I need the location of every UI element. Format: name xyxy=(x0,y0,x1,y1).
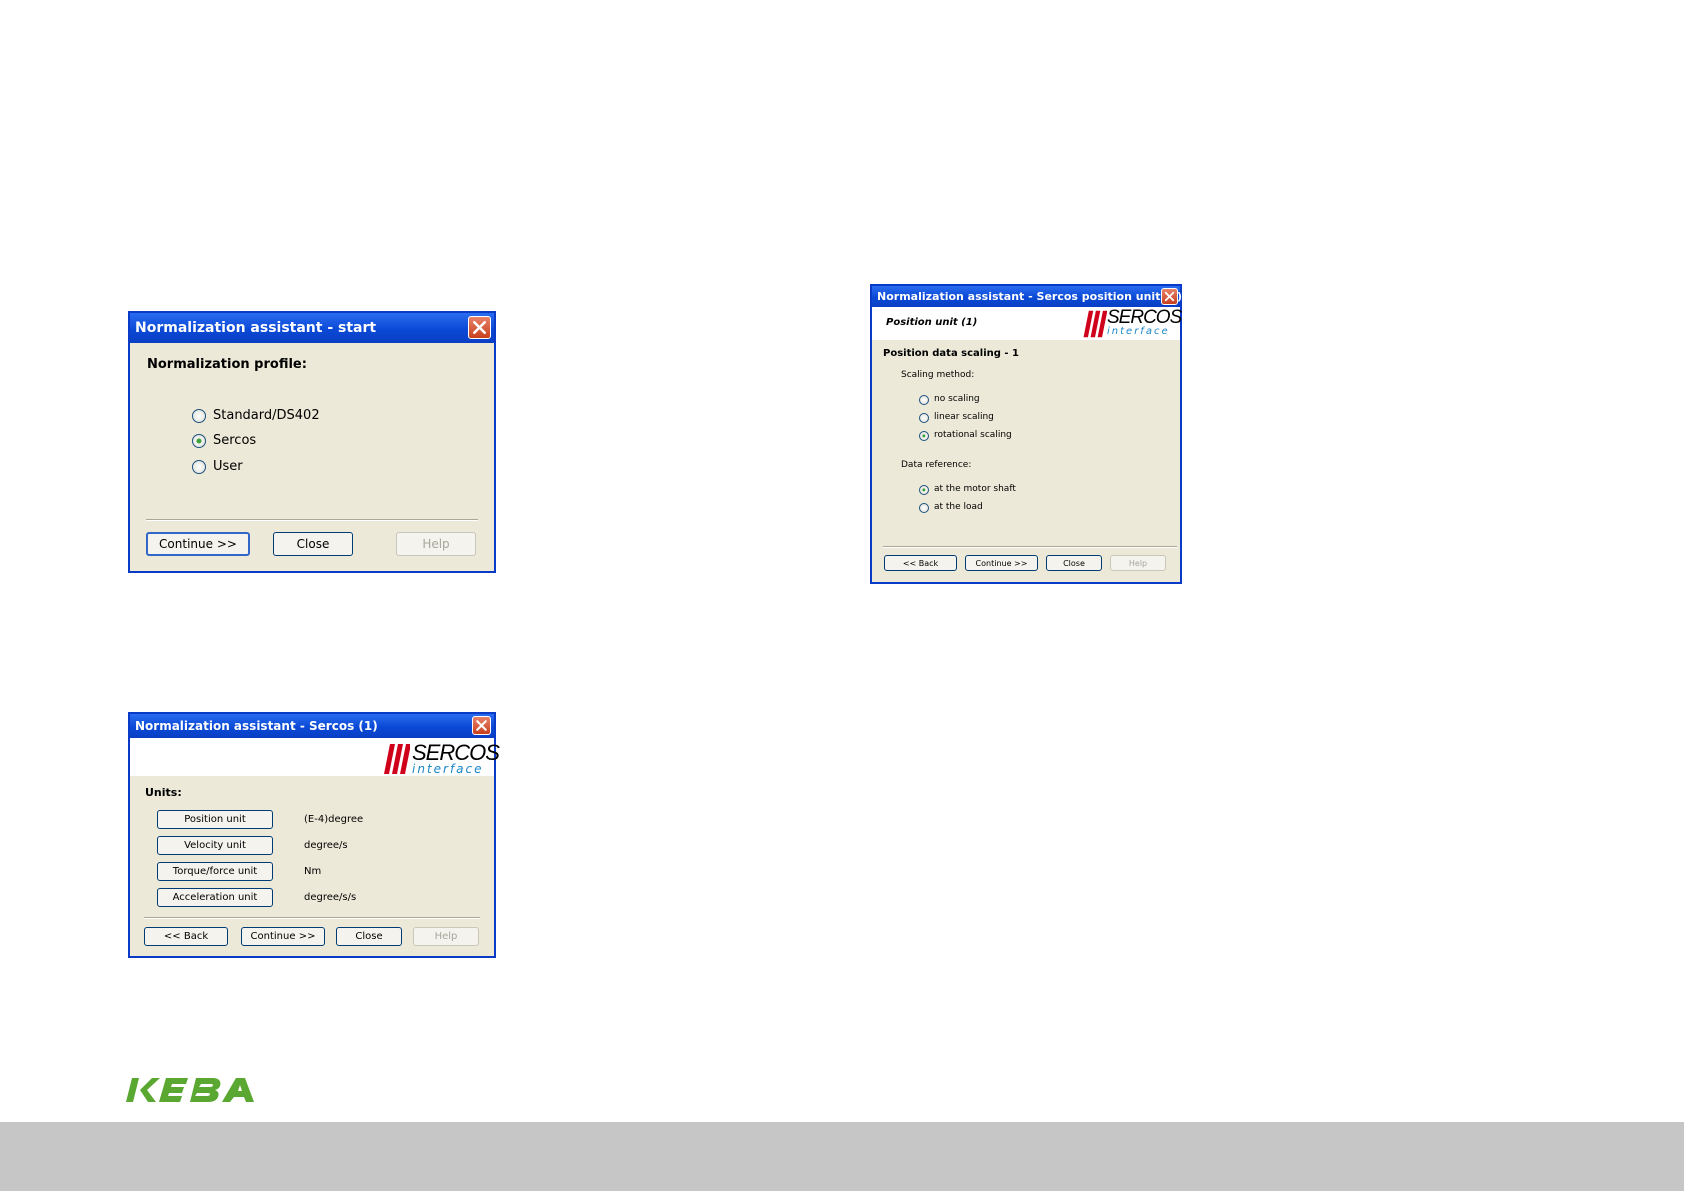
keba-logo xyxy=(126,1076,264,1108)
dialog-title: Normalization assistant - Sercos (1) xyxy=(135,719,378,733)
radio-standard-ds402[interactable] xyxy=(192,409,206,423)
velocity-unit-value: degree/s xyxy=(304,840,348,851)
dialog-normalization-start: Normalization assistant - start Normaliz… xyxy=(128,311,496,573)
radio-no-scaling[interactable] xyxy=(919,395,929,405)
radio-at-motor-shaft[interactable] xyxy=(919,485,929,495)
close-button[interactable]: Close xyxy=(1046,555,1102,571)
titlebar: Normalization assistant - start xyxy=(130,313,494,343)
option-label: at the load xyxy=(934,502,983,512)
continue-button[interactable]: Continue >> xyxy=(146,532,250,556)
sercos-logo-sub: interface xyxy=(1107,326,1170,337)
torque-force-unit-value: Nm xyxy=(304,866,322,877)
titlebar: Normalization assistant - Sercos positio… xyxy=(872,286,1183,307)
data-reference-label: Data reference: xyxy=(901,460,972,470)
position-unit-button[interactable]: Position unit xyxy=(157,810,273,829)
section-heading: Position data scaling - 1 xyxy=(883,348,1020,359)
footer-band xyxy=(0,1122,1684,1191)
profile-heading: Normalization profile: xyxy=(147,357,307,372)
dialog-normalization-sercos: Normalization assistant - Sercos (1) SER… xyxy=(128,712,500,958)
radio-linear-scaling[interactable] xyxy=(919,413,929,423)
dialog-sercos-position-unit: Normalization assistant - Sercos positio… xyxy=(870,284,1182,584)
continue-button[interactable]: Continue >> xyxy=(965,555,1038,571)
separator xyxy=(146,519,478,521)
scaling-method-label: Scaling method: xyxy=(901,370,975,380)
help-button: Help xyxy=(396,532,476,556)
option-label: Sercos xyxy=(213,433,257,448)
continue-button[interactable]: Continue >> xyxy=(241,927,325,946)
banner-label: Position unit (1) xyxy=(886,317,978,328)
velocity-unit-button[interactable]: Velocity unit xyxy=(157,836,273,855)
position-unit-value: (E-4)degree xyxy=(304,814,364,825)
help-button: Help xyxy=(413,927,479,946)
sercos-logo: SERCOS interface xyxy=(1083,307,1182,339)
option-label: Standard/DS402 xyxy=(213,408,320,423)
titlebar: Normalization assistant - Sercos (1) xyxy=(130,714,494,738)
acceleration-unit-value: degree/s/s xyxy=(304,892,357,903)
option-label: User xyxy=(213,459,243,474)
keba-logo-mark xyxy=(126,1078,254,1102)
units-heading: Units: xyxy=(145,786,182,799)
close-button[interactable]: Close xyxy=(336,927,402,946)
radio-at-load[interactable] xyxy=(919,503,929,513)
back-button[interactable]: << Back xyxy=(144,927,228,946)
acceleration-unit-button[interactable]: Acceleration unit xyxy=(157,888,273,907)
option-label: at the motor shaft xyxy=(934,484,1016,494)
option-label: no scaling xyxy=(934,394,980,404)
dialog-title: Normalization assistant - Sercos positio… xyxy=(877,290,1183,303)
back-button[interactable]: << Back xyxy=(884,555,957,571)
close-icon[interactable] xyxy=(472,716,491,735)
sercos-logo: SERCOS interface xyxy=(384,740,500,776)
radio-sercos[interactable] xyxy=(192,434,206,448)
help-button: Help xyxy=(1110,555,1166,571)
separator xyxy=(883,546,1177,548)
sercos-logo-sub: interface xyxy=(412,762,484,776)
close-button[interactable]: Close xyxy=(273,532,353,556)
radio-rotational-scaling[interactable] xyxy=(919,431,929,441)
separator xyxy=(144,917,480,919)
option-label: linear scaling xyxy=(934,412,994,422)
dialog-title: Normalization assistant - start xyxy=(135,320,377,336)
close-icon[interactable] xyxy=(468,316,491,339)
close-icon[interactable] xyxy=(1161,288,1178,305)
torque-force-unit-button[interactable]: Torque/force unit xyxy=(157,862,273,881)
radio-user[interactable] xyxy=(192,460,206,474)
option-label: rotational scaling xyxy=(934,430,1012,440)
